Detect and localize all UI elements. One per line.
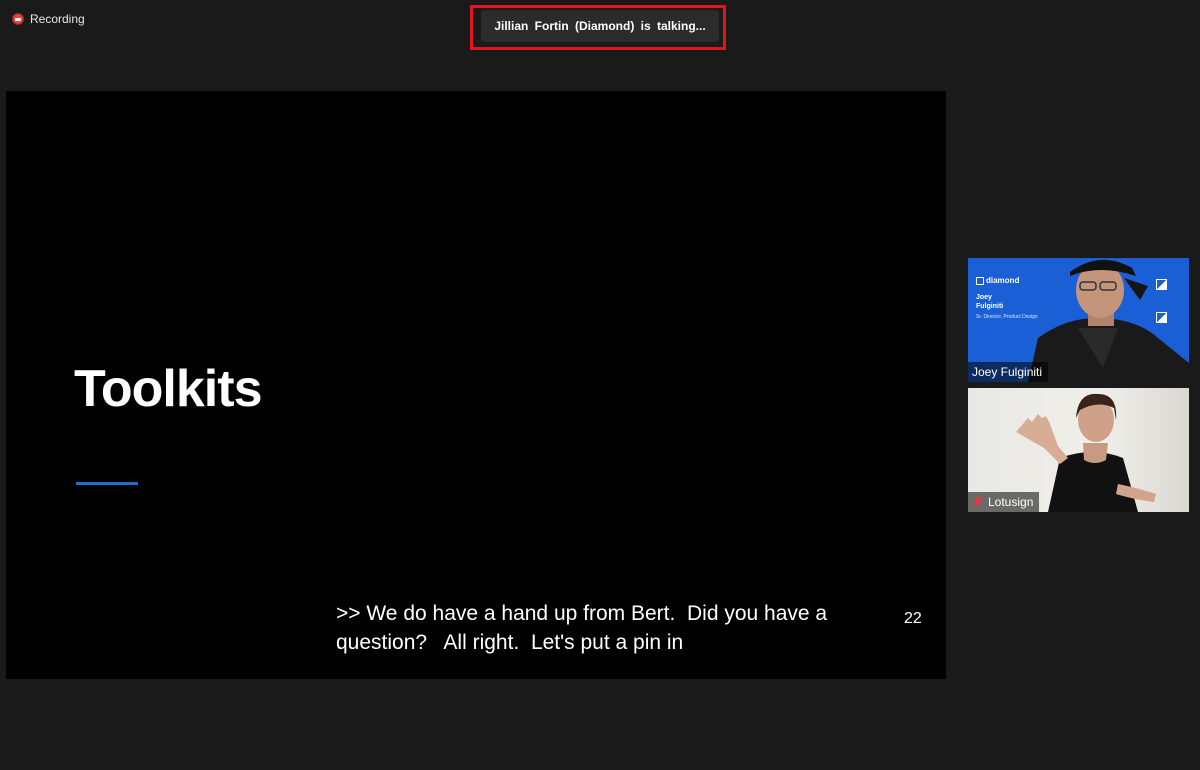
meeting-window: Recording Jillian Fortin (Diamond) is ta… bbox=[0, 0, 1200, 770]
mic-muted-icon bbox=[972, 496, 984, 508]
closed-caption: >> We do have a hand up from Bert. Did y… bbox=[336, 602, 828, 654]
video-tile-joey-fulginiti[interactable]: diamond Joey Fulginiti Sr. Director, Pro… bbox=[968, 258, 1189, 382]
participant-name-tag: Joey Fulginiti bbox=[968, 362, 1049, 382]
talking-indicator-text: Jillian Fortin (Diamond) is talking... bbox=[494, 19, 706, 33]
background-name-text: Joey Fulginiti bbox=[976, 294, 1004, 310]
recording-indicator[interactable]: Recording bbox=[12, 12, 85, 26]
participant-name: Joey Fulginiti bbox=[972, 365, 1043, 379]
video-tile-lotusign[interactable]: Lotusign bbox=[968, 388, 1189, 512]
slide-title: Toolkits bbox=[74, 360, 262, 418]
recording-icon bbox=[12, 13, 24, 25]
slide-accent-line bbox=[76, 482, 138, 485]
slide-page-number: 22 bbox=[904, 610, 922, 627]
participant-name: Lotusign bbox=[988, 495, 1034, 509]
shared-screen: Toolkits >> We do have a hand up from Be… bbox=[6, 91, 946, 679]
recording-label: Recording bbox=[30, 12, 85, 26]
talking-indicator: Jillian Fortin (Diamond) is talking... bbox=[481, 10, 719, 42]
participant-name-tag: Lotusign bbox=[968, 492, 1040, 512]
